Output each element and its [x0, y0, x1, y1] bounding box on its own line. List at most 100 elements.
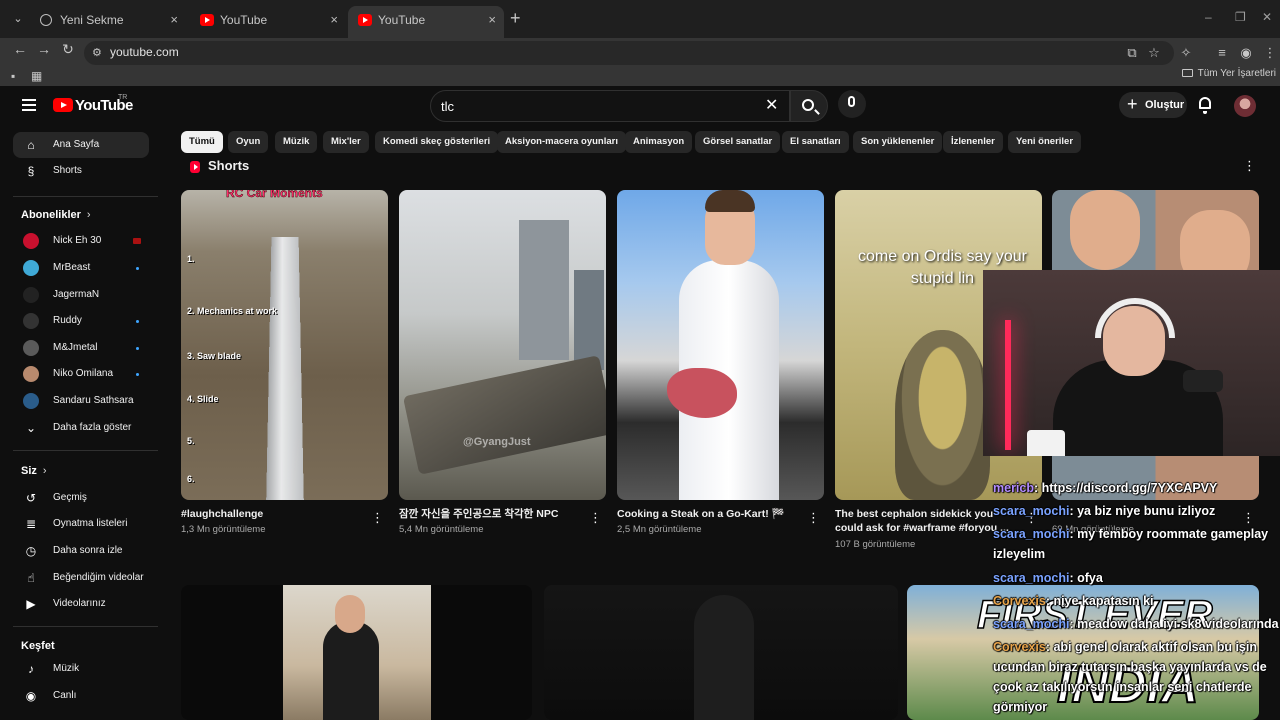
chip[interactable]: Komedi skeç gösterileri	[375, 131, 499, 153]
thumbnail-watermark: @GyangJust	[463, 436, 531, 448]
short-thumbnail[interactable]	[617, 190, 824, 500]
chip[interactable]: El sanatları	[782, 131, 849, 153]
chevron-right-icon: ›	[86, 209, 91, 221]
close-tab-icon[interactable]: ×	[330, 6, 338, 34]
tab-search-button[interactable]: ⌄	[8, 9, 28, 29]
menu-icon[interactable]: ⋮	[1262, 45, 1278, 61]
chip[interactable]: Oyun	[228, 131, 269, 153]
you-title: Siz	[21, 465, 37, 477]
chat-text: : meadow daha iyi sk8 videolarında	[1069, 617, 1279, 631]
clear-search-icon[interactable]: ✕	[765, 95, 778, 115]
reload-icon[interactable]: ↻	[58, 41, 78, 58]
shorts-heading: Shorts	[208, 158, 250, 173]
sidebar-item-subscription[interactable]: M&Jmetal	[13, 335, 149, 361]
more-options-icon[interactable]: ⋮	[807, 510, 820, 526]
create-button[interactable]: Oluştur	[1119, 91, 1187, 118]
sidebar-item-watch-later[interactable]: ◷ Daha sonra izle	[13, 538, 149, 564]
divider	[13, 450, 158, 451]
chip[interactable]: Yeni öneriler	[1008, 131, 1082, 153]
sidebar-item-label: Nick Eh 30	[53, 235, 102, 246]
sidebar-item-subscription[interactable]: MrBeast	[13, 255, 149, 281]
sidebar-item-subscription[interactable]: Sandaru Sathsara	[13, 388, 149, 414]
more-options-icon[interactable]: ⋮	[589, 510, 602, 526]
video-thumbnail[interactable]	[181, 585, 532, 720]
sidebar-item-subscription[interactable]: Nick Eh 30	[13, 228, 149, 254]
sidebar-item-home[interactable]: ⌂ Ana Sayfa	[13, 132, 149, 158]
chip[interactable]: Son yüklenenler	[853, 131, 943, 153]
sidebar-item-subscription[interactable]: Niko Omilana	[13, 361, 149, 387]
close-window-icon[interactable]: ✕	[1262, 10, 1272, 24]
browser-tab-active[interactable]: YouTube ×	[348, 6, 504, 38]
sidebar-item-subscription[interactable]: JagermaN	[13, 282, 149, 308]
chip[interactable]: Aksiyon-macera oyunları	[497, 131, 626, 153]
subscriptions-heading[interactable]: Abonelikler ›	[21, 209, 91, 221]
thumbnail-graphic	[1070, 190, 1140, 270]
you-heading[interactable]: Siz ›	[21, 465, 47, 477]
sidebar-item-label: Daha sonra izle	[53, 545, 123, 556]
chat-message: scara_mochi: my femboy roommate gameplay…	[993, 524, 1280, 564]
chip[interactable]: Görsel sanatlar	[695, 131, 781, 153]
sidebar-item-shorts[interactable]: § Shorts	[13, 158, 149, 184]
shelf-more-icon[interactable]: ⋮	[1243, 158, 1256, 174]
maximize-icon[interactable]: ❐	[1235, 10, 1246, 24]
chip[interactable]: İzlenenler	[943, 131, 1003, 153]
search-icon	[802, 99, 814, 111]
short-thumbnail[interactable]: RC Car Moments 1. 2. Mechanics at work 3…	[181, 190, 388, 500]
new-tab-button[interactable]: +	[510, 8, 521, 29]
browser-tab[interactable]: Yeni Sekme ×	[30, 6, 186, 34]
notifications-bell-icon[interactable]	[1199, 97, 1211, 114]
site-info-icon[interactable]: ⚙	[92, 46, 102, 59]
close-tab-icon[interactable]: ×	[170, 6, 178, 34]
search-button[interactable]	[790, 90, 828, 122]
chip[interactable]: Müzik	[275, 131, 318, 153]
thumb-up-icon: ☝	[27, 571, 35, 585]
chip-all[interactable]: Tümü	[181, 131, 223, 153]
search-box[interactable]	[430, 90, 790, 122]
sidebar-item-your-videos[interactable]: ▶ Videolarınız	[13, 591, 149, 617]
sidebar-item-history[interactable]: ↺ Geçmiş	[13, 485, 149, 511]
account-avatar[interactable]	[1234, 95, 1256, 117]
divider	[13, 196, 158, 197]
sidebar-item-subscription[interactable]: Ruddy	[13, 308, 149, 334]
channel-avatar	[23, 233, 39, 249]
short-title[interactable]: Cooking a Steak on a Go-Kart! 🏁	[617, 507, 802, 521]
live-icon: ◉	[25, 689, 37, 703]
all-bookmarks[interactable]: Tüm Yer İşaretleri	[1181, 68, 1276, 79]
forward-icon[interactable]: →	[34, 41, 54, 57]
sidebar-item-live[interactable]: ◉ Canlı	[13, 683, 149, 709]
bookmark-star-icon[interactable]: ☆	[1146, 45, 1162, 61]
browser-tab[interactable]: YouTube ×	[190, 6, 346, 34]
minimize-icon[interactable]: –	[1205, 10, 1212, 24]
search-input[interactable]	[441, 97, 761, 115]
extensions-icon[interactable]: ✧	[1178, 45, 1194, 61]
channel-avatar	[23, 287, 39, 303]
voice-search-button[interactable]	[838, 90, 866, 118]
chat-text: : niye kapatasın ki	[1045, 594, 1154, 608]
sidebar-item-music[interactable]: ♪ Müzik	[13, 656, 149, 682]
sidebar-item-playlists[interactable]: ≣ Oynatma listeleri	[13, 511, 149, 537]
back-icon[interactable]: ←	[10, 41, 30, 57]
address-bar[interactable]: ⚙ youtube.com	[84, 41, 1174, 65]
close-tab-icon[interactable]: ×	[488, 6, 496, 34]
profile-icon[interactable]: ◉	[1238, 45, 1254, 61]
apps-icon[interactable]: ▪	[11, 69, 15, 83]
grid-icon[interactable]: ▦	[31, 69, 42, 83]
short-views: 107 B görüntüleme	[835, 539, 916, 550]
thumbnail-graphic	[265, 236, 305, 500]
short-title[interactable]: 잠깐 자신을 주인공으로 착각한 NPC	[399, 507, 584, 521]
sidebar-item-show-more[interactable]: ⌄ Daha fazla göster	[13, 415, 149, 441]
hamburger-menu-icon[interactable]	[22, 99, 36, 111]
install-icon[interactable]: ⧉	[1124, 45, 1140, 61]
thumbnail-caption: RC Car Moments	[226, 190, 323, 200]
short-thumbnail[interactable]: @GyangJust	[399, 190, 606, 500]
thumbnail-graphic	[574, 270, 604, 370]
video-thumbnail[interactable]	[544, 585, 898, 720]
media-icon[interactable]: ≡	[1214, 45, 1230, 60]
short-title[interactable]: #laughchallenge	[181, 507, 361, 521]
chat-username: mericb	[993, 481, 1034, 495]
chip[interactable]: Mix'ler	[323, 131, 369, 153]
thumbnail-graphic	[335, 595, 365, 633]
sidebar-item-liked-videos[interactable]: ☝ Beğendiğim videolar	[13, 565, 149, 591]
more-options-icon[interactable]: ⋮	[371, 510, 384, 526]
chip[interactable]: Animasyon	[625, 131, 693, 153]
